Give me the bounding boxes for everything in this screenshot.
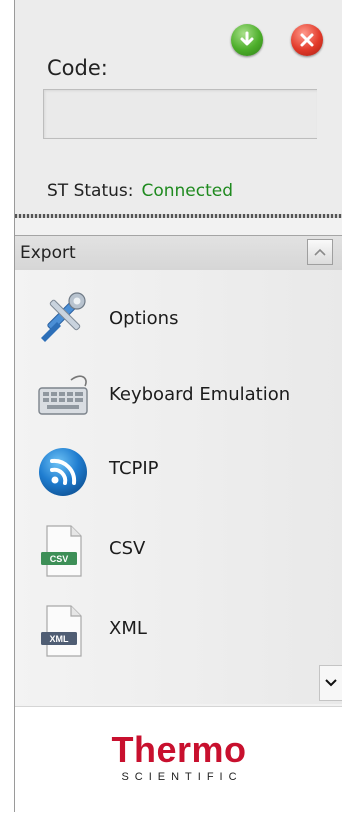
xml-file-icon: XML <box>41 605 82 657</box>
wrench-screwdriver-icon <box>41 292 86 342</box>
csv-file-icon: CSV <box>41 525 82 577</box>
footer: Thermo SCIENTIFIC <box>15 706 342 813</box>
download-button[interactable] <box>231 24 263 56</box>
app-window: Code: ST Status: Connected Export Options <box>14 0 342 813</box>
status-label: ST Status: <box>47 181 134 201</box>
export-item-label: CSV <box>109 538 146 559</box>
header-panel: Code: ST Status: Connected <box>15 0 342 214</box>
logo-subtitle: SCIENTIFIC <box>121 771 243 783</box>
close-x-icon <box>300 33 314 47</box>
thermo-scientific-logo: Thermo SCIENTIFIC <box>15 729 342 784</box>
code-label: Code: <box>47 56 108 80</box>
export-item-options[interactable]: Options <box>15 290 342 350</box>
export-header[interactable]: Export <box>15 235 342 271</box>
chevron-up-icon <box>314 248 326 256</box>
export-item-label: TCPIP <box>109 458 159 479</box>
export-title: Export <box>20 243 76 263</box>
rss-feed-icon <box>39 448 87 496</box>
keyboard-icon <box>38 375 88 415</box>
export-item-label: XML <box>109 618 147 639</box>
logo-brand: Thermo <box>111 729 247 770</box>
scroll-down-button[interactable] <box>319 665 342 701</box>
panel-splitter[interactable] <box>15 214 342 218</box>
csv-badge-text: CSV <box>50 554 69 564</box>
chevron-down-icon <box>325 679 337 687</box>
status-value: Connected <box>141 181 234 201</box>
export-item-keyboard-emulation[interactable]: Keyboard Emulation <box>15 366 342 426</box>
download-arrow-icon <box>240 31 254 46</box>
collapse-button[interactable] <box>307 239 333 265</box>
export-list: Options Keyboard Emulation TCPIP CSV CSV… <box>15 270 342 704</box>
export-item-label: Options <box>109 308 179 329</box>
xml-badge-text: XML <box>50 634 70 644</box>
export-item-xml[interactable]: XML XML <box>15 600 342 660</box>
close-button[interactable] <box>291 24 323 56</box>
export-item-tcpip[interactable]: TCPIP <box>15 440 342 500</box>
status-row: ST Status: Connected <box>47 181 233 201</box>
export-item-csv[interactable]: CSV CSV <box>15 520 342 580</box>
export-item-label: Keyboard Emulation <box>109 384 291 405</box>
code-input[interactable] <box>43 89 317 139</box>
